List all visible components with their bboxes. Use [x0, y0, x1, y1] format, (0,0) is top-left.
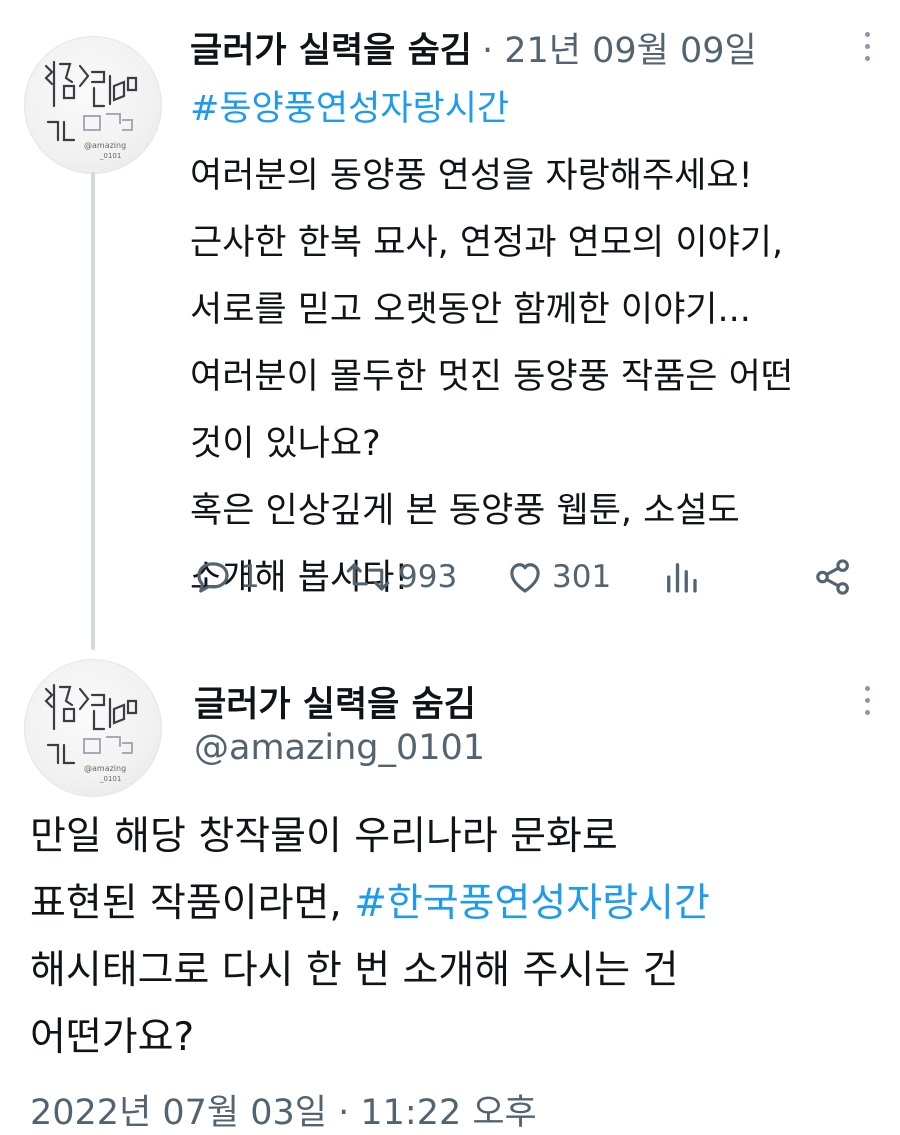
svg-text:@amazing: @amazing — [84, 764, 126, 773]
hashtag-link[interactable]: #한국풍연성자랑시간 — [354, 881, 710, 926]
like-button[interactable]: 301 — [504, 552, 611, 602]
tweet-text-line: 것이 있나요? — [190, 424, 381, 464]
analytics-button[interactable] — [660, 552, 702, 602]
retweet-icon — [344, 556, 392, 598]
author-name[interactable]: 글러가 실력을 숨김 — [194, 676, 476, 727]
tweet-body: #동양풍연성자랑시간 여러분의 동양풍 연성을 자랑해주세요! 근사한 한복 묘… — [190, 76, 890, 612]
analytics-icon — [660, 556, 702, 598]
tweet-text-line: 혹은 인상깊게 본 동양풍 웹툰, 소설도 — [190, 491, 740, 531]
heart-icon — [504, 556, 546, 598]
avatar[interactable]: @amazing _0101 — [24, 659, 162, 797]
tweet-text-line: 서로를 믿고 오랫동안 함께한 이야기... — [190, 290, 751, 330]
more-vertical-icon[interactable] — [862, 686, 872, 715]
tweet-text-line: 어떤가요? — [30, 1015, 195, 1060]
tweet-text-line: 표현된 작품이라면, #한국풍연성자랑시간 — [30, 870, 890, 937]
retweet-button[interactable]: 993 — [344, 552, 457, 602]
tweet-text-line: 만일 해당 창작물이 우리나라 문화로 — [30, 814, 618, 859]
tweet-text-line: 근사한 한복 묘사, 연정과 연모의 이야기, — [190, 223, 784, 263]
svg-text:@amazing: @amazing — [84, 141, 126, 150]
tweet-timestamp[interactable]: 2022년 07월 03일 · 11:22 오후 — [30, 1084, 537, 1135]
thread-connector-line — [91, 172, 95, 650]
svg-text:_0101: _0101 — [99, 775, 121, 783]
like-count: 301 — [552, 559, 612, 595]
reply-icon — [192, 556, 234, 598]
reply-count: 1 — [240, 559, 260, 595]
tweet-text-line: 여러분의 동양풍 연성을 자랑해주세요! — [190, 156, 753, 196]
author-handle[interactable]: @amazing_0101 — [194, 728, 485, 768]
share-button[interactable] — [812, 552, 854, 602]
tweet-body: 만일 해당 창작물이 우리나라 문화로 표현된 작품이라면, #한국풍연성자랑시… — [30, 803, 890, 1071]
share-icon — [812, 556, 854, 598]
author-name[interactable]: 글러가 실력을 숨김 — [190, 22, 472, 73]
more-vertical-icon[interactable] — [862, 32, 872, 61]
retweet-count: 993 — [398, 559, 458, 595]
tweet-header: 글러가 실력을 숨김 · 21년 09월 09일 — [190, 22, 757, 73]
svg-text:_0101: _0101 — [99, 152, 121, 160]
tweet-text-line: 해시태그로 다시 한 번 소개해 주시는 건 — [30, 948, 679, 993]
avatar[interactable]: @amazing _0101 — [24, 36, 162, 174]
reply-button[interactable]: 1 — [192, 552, 260, 602]
tweet-date[interactable]: · 21년 09월 09일 — [482, 22, 757, 73]
tweet-text-segment: 표현된 작품이라면, — [30, 881, 355, 926]
tweet-text-line: 여러분이 몰두한 멋진 동양풍 작품은 어떤 — [190, 357, 794, 397]
hashtag-link[interactable]: #동양풍연성자랑시간 — [190, 76, 890, 143]
